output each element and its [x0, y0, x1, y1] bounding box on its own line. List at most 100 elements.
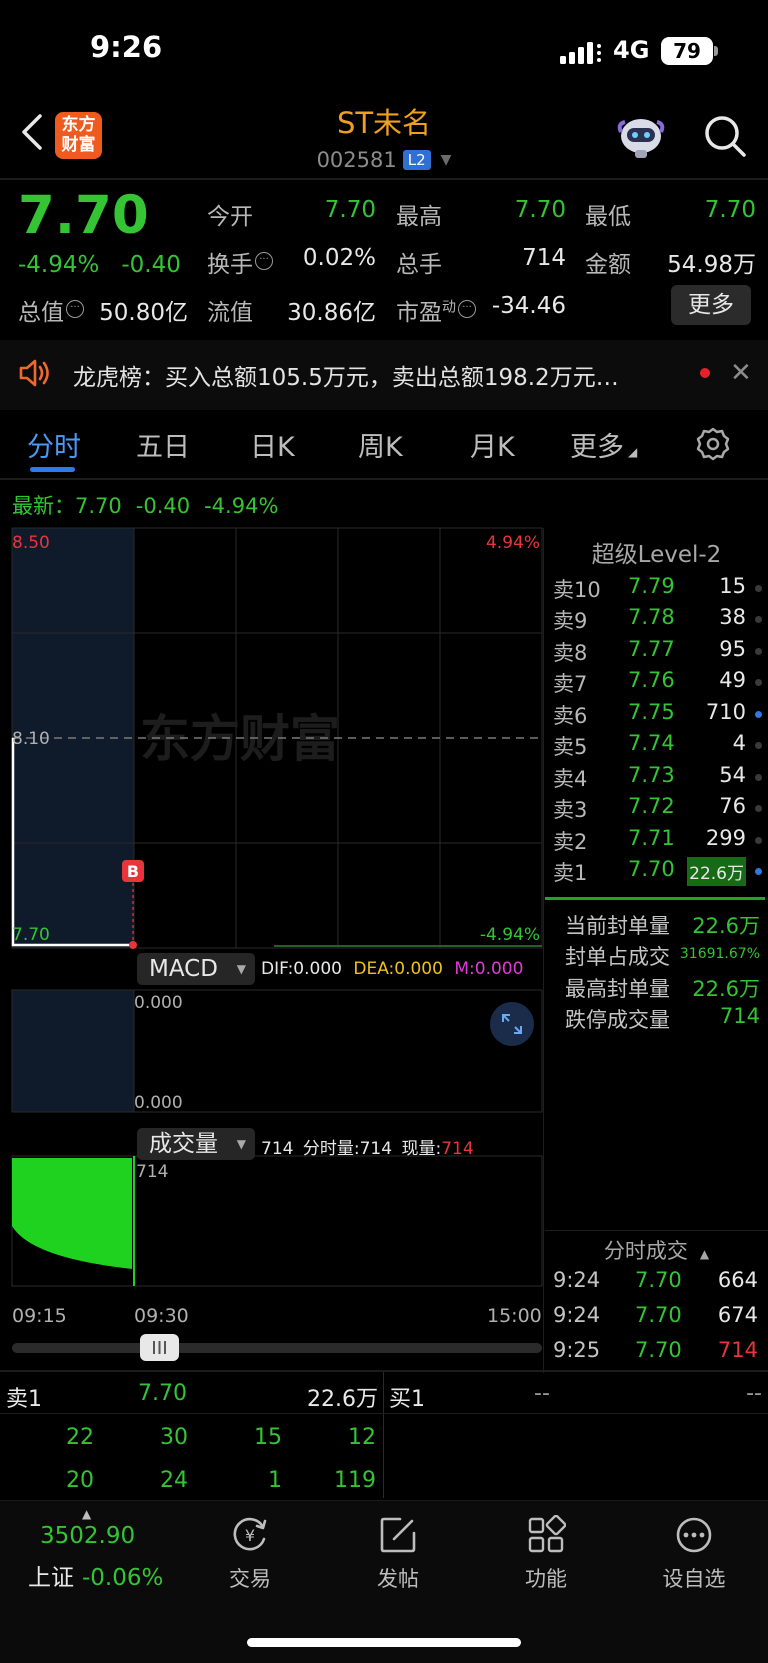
divider [0, 1370, 768, 1372]
float-cap-label: 流值 [207, 300, 253, 326]
low-value: 7.70 [704, 197, 756, 223]
battery-level: 79 [661, 37, 713, 65]
volume-value: 714 [522, 245, 566, 271]
current-price: 7.70 [18, 185, 149, 246]
y-axis-bottom: 7.70 [12, 925, 50, 945]
high-value: 7.70 [514, 197, 566, 223]
y-axis-top-pct: 4.94% [486, 533, 540, 553]
caret-up-icon: ▲ [699, 1247, 710, 1261]
stock-code: 002581 [316, 148, 397, 172]
active-tab-indicator [30, 467, 75, 472]
time-axis-end: 15:00 [487, 1305, 542, 1327]
tab-trade[interactable]: ¥ 交易 [190, 1515, 310, 1593]
orderbook-row[interactable]: 卖7 7.76 49 [553, 668, 768, 699]
volume-axis-max: 714 [136, 1162, 168, 1182]
divider [0, 178, 768, 180]
order-queue-cell: 119 [334, 1468, 376, 1493]
y-axis-top: 8.50 [12, 533, 50, 553]
search-icon[interactable] [703, 114, 747, 158]
robot-assistant-icon[interactable] [615, 114, 667, 160]
open-label: 今开 [207, 204, 253, 230]
orderbook-row[interactable]: 卖10 7.79 15 [553, 574, 768, 605]
chart-scroll-handle[interactable] [140, 1334, 179, 1361]
bottom-buy1-label: 买1 [389, 1387, 425, 1412]
market-cap-value: 50.80亿 [99, 300, 188, 326]
turnover-label: 换手 ··· [207, 245, 273, 279]
orderbook-row[interactable]: 卖5 7.74 4 [553, 731, 768, 762]
float-cap-value: 30.86亿 [287, 300, 376, 326]
tab-daily-k[interactable]: 日K [250, 425, 295, 464]
orderbook-row[interactable]: 卖4 7.73 54 [553, 763, 768, 794]
divider [0, 1413, 768, 1414]
macd-axis-top: 0.000 [134, 993, 183, 1013]
tab-5day[interactable]: 五日 [136, 425, 190, 464]
intraday-chart[interactable]: 东方财富 B 8.50 4.94% 8.10 7.70 -4.94% 0.000… [0, 526, 545, 1301]
more-info-icon[interactable]: ··· [255, 252, 273, 270]
tab-weekly-k[interactable]: 周K [358, 425, 403, 464]
y-axis-bottom-pct: -4.94% [480, 925, 540, 945]
orderbook-title[interactable]: 超级Level-2 [545, 535, 768, 569]
cellular-signal-icon [560, 42, 601, 64]
corner-caret-icon: ◢ [628, 445, 638, 459]
more-stats-button[interactable]: 更多 [671, 285, 751, 325]
panel-divider [543, 528, 544, 1373]
table-divider [383, 1372, 384, 1498]
tab-more[interactable]: 更多 ◢ [570, 425, 637, 464]
level2-badge: L2 [402, 150, 431, 170]
tab-add-watchlist[interactable]: 设自选 [634, 1515, 754, 1593]
buy-marker: B [127, 862, 139, 881]
low-label: 最低 [585, 204, 631, 230]
more-info-icon[interactable]: ··· [66, 300, 84, 318]
orderbook-row[interactable]: 卖2 7.71 299 [553, 826, 768, 857]
volume-indicator-select[interactable]: 成交量 ▼ [137, 1128, 255, 1160]
grid-icon [528, 1515, 566, 1553]
battery-tip [714, 46, 718, 56]
svg-text:¥: ¥ [245, 1526, 255, 1545]
orderbook-row[interactable]: 卖1 7.70 22.6万 [553, 857, 768, 888]
amount-value: 54.98万 [667, 252, 756, 278]
ticker-text[interactable]: 龙虎榜：买入总额105.5万元，卖出总额198.2万元… [73, 358, 619, 392]
caret-down-icon: ▼ [236, 1137, 246, 1151]
tab-intraday[interactable]: 分时 [27, 425, 81, 464]
change-value: -0.40 [121, 252, 181, 278]
pe-value: -34.46 [491, 293, 566, 319]
bottom-sell1-label: 卖1 [6, 1387, 42, 1412]
index-quote[interactable]: 上证 -0.06% [28, 1558, 163, 1592]
bottom-sell1-volume: 22.6万 [307, 1387, 378, 1412]
turnover-value: 0.02% [302, 245, 376, 271]
change-percent: -4.94% [18, 252, 100, 278]
yen-exchange-icon: ¥ [233, 1517, 267, 1551]
watermark: 东方财富 [140, 710, 340, 768]
divider [545, 1230, 768, 1231]
index-value[interactable]: 3502.90 [40, 1523, 135, 1549]
order-queue-cell: 24 [160, 1468, 188, 1493]
macd-values: DIF:0.000 DEA:0.000 M:0.000 [261, 959, 524, 979]
trade-ticks-title[interactable]: 分时成交 ▲ [545, 1235, 768, 1265]
orderbook-row[interactable]: 卖9 7.78 38 [553, 605, 768, 636]
orderbook-row[interactable]: 卖3 7.72 76 [553, 794, 768, 825]
tab-post[interactable]: 发帖 [338, 1515, 458, 1593]
orderbook-row[interactable]: 卖8 7.77 95 [553, 637, 768, 668]
unread-dot [700, 368, 710, 378]
speaker-icon [19, 359, 49, 387]
tab-monthly-k[interactable]: 月K [470, 425, 515, 464]
close-icon[interactable]: ✕ [730, 358, 752, 388]
network-type: 4G [613, 36, 650, 64]
settings-gear-icon[interactable] [695, 426, 731, 462]
tab-functions[interactable]: 功能 [486, 1515, 606, 1593]
edit-post-icon [380, 1517, 416, 1553]
market-cap-label: 总值 ··· [18, 293, 84, 327]
order-queue-cell: 30 [160, 1425, 188, 1450]
macd-indicator-select[interactable]: MACD ▼ [137, 953, 255, 985]
chart-scroll-track[interactable] [12, 1343, 542, 1353]
order-queue-cell: 20 [66, 1468, 94, 1493]
more-info-icon[interactable]: ··· [458, 300, 476, 318]
pe-label: 市盈动 ··· [396, 293, 476, 327]
caret-up-icon[interactable]: ▲ [82, 1507, 91, 1521]
more-dots-icon [676, 1517, 712, 1553]
caret-down-icon: ▼ [440, 152, 452, 168]
home-indicator[interactable] [247, 1638, 521, 1647]
order-queue-cell: 1 [268, 1468, 282, 1493]
macd-axis-bottom: 0.000 [134, 1093, 183, 1113]
orderbook-row[interactable]: 卖6 7.75 710 [553, 700, 768, 731]
